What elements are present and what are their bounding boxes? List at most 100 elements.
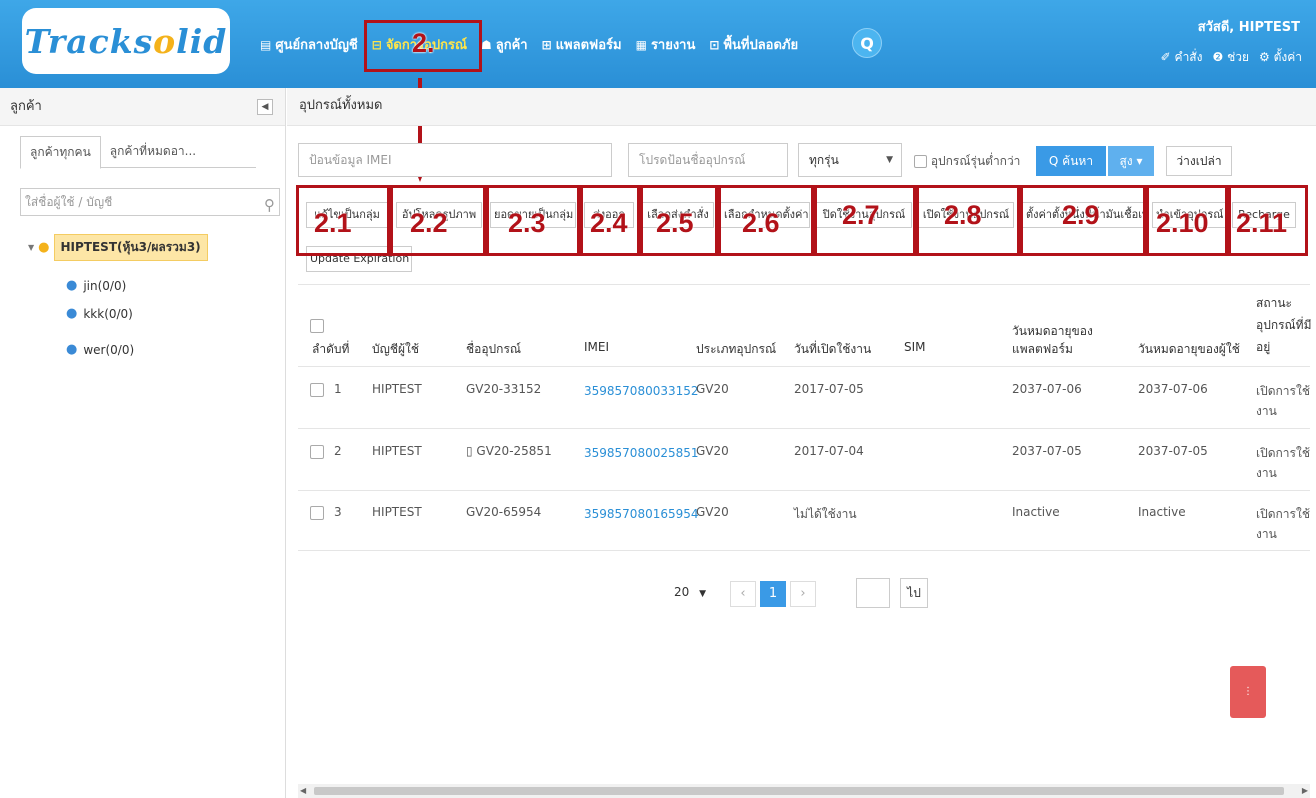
customer-search-input[interactable]: ใส่ชื่อผู้ใช้ / บัญชี ⚲ xyxy=(20,188,280,216)
page-jump-input[interactable] xyxy=(856,578,890,608)
checkbox[interactable] xyxy=(914,155,927,168)
top-header: Tracksolid ▤ ศูนย์กลางบัญชี ⊟ จัดการอุปก… xyxy=(0,0,1316,88)
th-device-name: ชื่ออุปกรณ์ xyxy=(466,342,522,356)
select-all-checkbox[interactable] xyxy=(310,318,324,333)
cell-status-2: งาน xyxy=(1256,466,1277,480)
row-checkbox[interactable] xyxy=(310,444,324,459)
nav-label: แพลตฟอร์ม xyxy=(555,38,622,53)
safe-area-icon: ⊡ xyxy=(709,37,720,52)
cell-user-expiry: 2037-07-05 xyxy=(1138,444,1208,458)
sidebar-tabs: ลูกค้าทุกคน ลูกค้าที่หมดอา... xyxy=(20,136,256,169)
search-button[interactable]: Q ค้นหา xyxy=(1036,146,1106,176)
cell-status-1: เปิดการใช้ xyxy=(1256,384,1310,398)
annotation-label-2-5: 2.5 xyxy=(656,208,694,238)
sub-device-label: อุปกรณ์รุ่นต่ำกว่า xyxy=(930,154,1021,168)
tree-child-node[interactable]: ● wer(0/0) xyxy=(66,342,134,357)
next-page-button[interactable]: › xyxy=(790,581,816,607)
device-name-input[interactable]: โปรดป้อนชื่ออุปกรณ์ xyxy=(628,143,788,177)
user-icon: ● xyxy=(66,306,78,321)
th-platform-expiry-2: แพลตฟอร์ม xyxy=(1012,342,1073,356)
row-checkbox[interactable] xyxy=(310,382,324,397)
customer-sidebar: ลูกค้า ◀ ลูกค้าทุกคน ลูกค้าที่หมดอา... ใ… xyxy=(0,88,286,798)
th-status-3: อยู่ xyxy=(1256,340,1271,354)
model-select[interactable]: ทุกรุ่น ▼ xyxy=(798,143,902,177)
chat-icon: ⋮ xyxy=(1243,686,1253,697)
annotation-label-2-9: 2.9 xyxy=(1062,200,1100,230)
annotation-label-2-2: 2.2 xyxy=(410,208,448,238)
floating-help-button[interactable]: ⋮ xyxy=(1230,666,1266,718)
imei-link[interactable]: 359857080025851 xyxy=(584,446,699,460)
caret-down-icon[interactable]: ▼ xyxy=(28,243,34,252)
cell-activated: 2017-07-04 xyxy=(794,444,864,458)
th-imei: IMEI xyxy=(584,340,610,354)
collapse-sidebar-button[interactable]: ◀ xyxy=(257,99,273,115)
nav-label: ลูกค้า xyxy=(495,38,528,53)
cell-activated: ไม่ได้ใช้งาน xyxy=(794,507,857,521)
prev-page-button[interactable]: ‹ xyxy=(730,581,756,607)
sidebar-title: ลูกค้า xyxy=(0,88,285,126)
scrollbar-thumb[interactable] xyxy=(314,787,1284,795)
nav-reports[interactable]: ▦ รายงาน xyxy=(636,34,696,55)
nav-account-center[interactable]: ▤ ศูนย์กลางบัญชี xyxy=(260,34,358,55)
cell-status-2: งาน xyxy=(1256,404,1277,418)
nav-safe-area[interactable]: ⊡ พื้นที่ปลอดภัย xyxy=(709,34,798,55)
annotation-label-2-6: 2.6 xyxy=(742,208,780,238)
user-icon: ● xyxy=(66,342,78,357)
annotation-label-2-1: 2.1 xyxy=(314,208,352,238)
chevron-down-icon: ▼ xyxy=(886,155,893,165)
imei-link[interactable]: 359857080165954 xyxy=(584,507,699,521)
imei-input[interactable]: ป้อนข้อมูล IMEI xyxy=(298,143,612,177)
tree-root-label[interactable]: HIPTEST(หุ้น3/ผลรวม3) xyxy=(53,234,208,261)
tab-all-customers[interactable]: ลูกค้าทุกคน xyxy=(20,136,101,169)
imei-link[interactable]: 359857080033152 xyxy=(584,384,699,398)
cell-account: HIPTEST xyxy=(372,444,422,458)
global-search-button[interactable]: Q xyxy=(852,28,882,58)
scroll-left-icon[interactable]: ◀ xyxy=(300,784,306,798)
th-account: บัญชีผู้ใช้ xyxy=(372,342,420,356)
annotation-label-2-10: 2.10 xyxy=(1156,208,1209,238)
settings-link[interactable]: ⚙ ตั้งค่า xyxy=(1259,48,1302,67)
horizontal-scrollbar[interactable]: ◀ ▶ xyxy=(298,784,1310,798)
tree-child-node[interactable]: ● kkk(0/0) xyxy=(66,306,133,321)
user-icon: ● xyxy=(66,278,78,293)
checkbox[interactable] xyxy=(310,318,324,333)
help-link[interactable]: ❷ ช่วย xyxy=(1213,48,1250,67)
th-type: ประเภทอุปกรณ์ xyxy=(696,342,777,356)
cell-index: 3 xyxy=(334,505,342,519)
annotation-label-2-7: 2.7 xyxy=(842,200,880,230)
page-1-button[interactable]: 1 xyxy=(760,581,786,607)
tab-expired-customers[interactable]: ลูกค้าที่หมดอา... xyxy=(101,136,205,167)
sub-device-checkbox[interactable]: อุปกรณ์รุ่นต่ำกว่า xyxy=(914,152,1020,171)
customers-icon: ☗ xyxy=(481,37,492,52)
nav-label: รายงาน xyxy=(650,38,696,53)
cell-status-1: เปิดการใช้ xyxy=(1256,446,1310,460)
user-icon: ● xyxy=(38,240,50,255)
search-icon[interactable]: ⚲ xyxy=(264,192,275,218)
th-index: ลำดับที่ xyxy=(312,342,350,356)
orders-link[interactable]: ✐ คำสั่ง xyxy=(1161,48,1203,67)
row-divider xyxy=(298,428,1310,429)
go-button[interactable]: ไป xyxy=(900,578,928,608)
advanced-search-button[interactable]: สูง ▾ xyxy=(1108,146,1154,176)
scroll-right-icon[interactable]: ▶ xyxy=(1302,784,1308,798)
row-checkbox[interactable] xyxy=(310,505,324,520)
page-size-select[interactable]: 20 ▼ xyxy=(674,578,724,606)
tree-child-node[interactable]: ● jin(0/0) xyxy=(66,278,126,293)
cell-platform-expiry: 2037-07-06 xyxy=(1012,382,1082,396)
nav-platform[interactable]: ⊞ แพลตฟอร์ม xyxy=(542,34,622,55)
logo[interactable]: Tracksolid xyxy=(22,8,230,74)
model-select-value: ทุกรุ่น xyxy=(809,153,839,167)
chevron-down-icon: ▼ xyxy=(699,589,707,599)
tree-child-label: jin(0/0) xyxy=(83,278,127,293)
th-user-expiry: วันหมดอายุของผู้ใช้ xyxy=(1138,342,1240,356)
tree-root-node[interactable]: ▼ ● HIPTEST(หุ้น3/ผลรวม3) xyxy=(28,234,208,261)
nav-customers[interactable]: ☗ ลูกค้า xyxy=(481,34,528,55)
cell-device-name: GV20-33152 xyxy=(466,382,542,396)
annotation-label-2-8: 2.8 xyxy=(944,200,982,230)
clear-button[interactable]: ว่างเปล่า xyxy=(1166,146,1232,176)
annotation-label-2-11: 2.11 xyxy=(1236,208,1288,238)
cell-status-2: งาน xyxy=(1256,527,1277,541)
header-divider xyxy=(298,366,1310,367)
cell-status-1: เปิดการใช้ xyxy=(1256,507,1310,521)
cell-activated: 2017-07-05 xyxy=(794,382,864,396)
